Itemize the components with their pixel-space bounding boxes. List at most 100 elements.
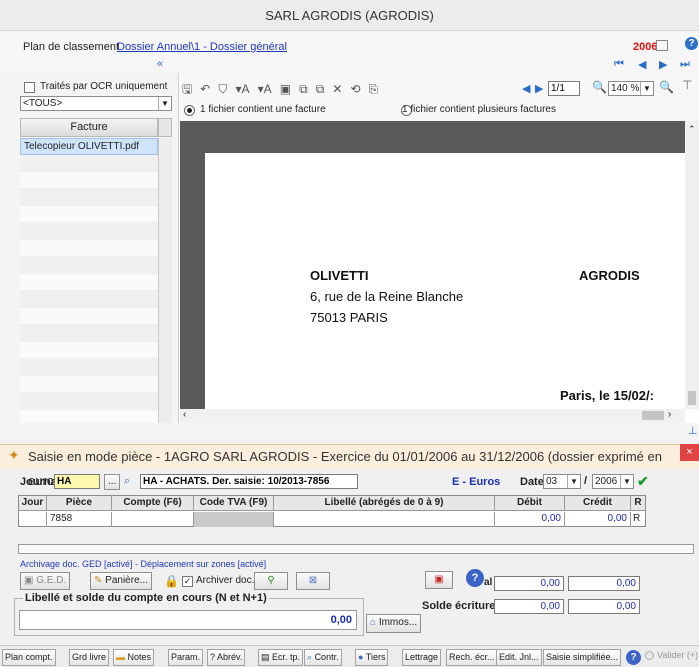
hscroll-thumb[interactable] — [642, 411, 664, 420]
grand-livre-button[interactable]: Grd livre — [69, 649, 110, 666]
ocr-checkbox[interactable] — [24, 82, 35, 93]
dock-icon[interactable]: ⊥ — [688, 424, 698, 437]
zoom-select[interactable]: 140 % ▼ — [608, 81, 654, 96]
collapse-icon[interactable]: « — [157, 58, 163, 70]
last-page-icon[interactable]: ⏭ — [680, 58, 690, 71]
save-icon[interactable]: 🖫 — [182, 80, 192, 101]
saisie-simplifiee-button[interactable]: Saisie simplifiée... — [543, 649, 622, 666]
pin-green-button[interactable]: ⚲ — [254, 572, 288, 590]
highlight-icon[interactable]: ▾A — [258, 82, 272, 96]
date-year-select[interactable]: 2006 ▼ — [592, 474, 634, 489]
immos-button[interactable]: ⌂ Immos... — [366, 614, 422, 633]
cell-piece[interactable]: 7858 — [47, 512, 112, 527]
scroll-up-icon[interactable]: ⌃ — [688, 124, 696, 135]
edit-jnl-button[interactable]: Edit. Jnl... — [496, 649, 542, 666]
copy-icon[interactable]: ⎘ — [369, 82, 379, 97]
cell-code-tva[interactable] — [194, 512, 274, 527]
filter-select[interactable]: <TOUS> ▼ — [20, 96, 172, 111]
col-libelle[interactable]: Libellé (abrégés de 0 à 9) — [274, 496, 495, 510]
journal-browse-button[interactable]: ... — [104, 474, 121, 490]
journal-code-input[interactable] — [54, 474, 100, 489]
lock-icon[interactable]: 🔒 — [164, 574, 179, 588]
journal-desc-input[interactable] — [140, 474, 358, 489]
date-separator: / — [584, 475, 588, 487]
contr-button[interactable]: ⌕ Contr. — [304, 649, 342, 666]
cell-credit[interactable]: 0,00 — [565, 512, 631, 527]
calendar-icon[interactable] — [656, 40, 668, 51]
col-piece[interactable]: Pièce — [47, 496, 112, 510]
date-month-select[interactable]: 03 ▼ — [543, 474, 581, 489]
splitter[interactable]: ⊥ — [0, 423, 699, 440]
valider-button[interactable]: Valider (+) — [657, 650, 698, 660]
help-icon[interactable]: ? — [626, 650, 641, 665]
plan-compt-button[interactable]: Plan compt. — [2, 649, 56, 666]
date-month-value: 03 — [546, 476, 558, 487]
delete-icon[interactable]: ✕ — [332, 82, 342, 96]
cell-compte[interactable] — [112, 512, 194, 527]
first-page-icon[interactable]: ⏮ — [614, 58, 624, 71]
viewer-prev-icon[interactable]: ◀ — [522, 82, 530, 95]
recipient-name: AGRODIS — [579, 268, 640, 283]
cell-r[interactable]: R — [631, 512, 645, 527]
prev-page-icon[interactable]: ◀ — [638, 58, 646, 71]
paniere-button[interactable]: ✎ Panière... — [90, 572, 152, 590]
zoom-in-icon[interactable]: 🔍 — [659, 80, 674, 94]
close-button[interactable]: × — [680, 444, 699, 461]
scroll-right-icon[interactable]: › — [668, 409, 671, 420]
plan-link[interactable]: Dossier Annuel\1 - Dossier général — [117, 41, 287, 53]
table-row[interactable]: 7858 0,00 0,00 R — [19, 512, 645, 527]
notes-button[interactable]: ▬ Notes — [113, 649, 155, 666]
viewer-next-icon[interactable]: ▶ — [535, 82, 543, 95]
scroll-thumb[interactable] — [688, 391, 696, 405]
zoom-out-icon[interactable]: 🔍 — [592, 80, 607, 94]
zones-button[interactable]: ⊠ — [296, 572, 330, 590]
split-icon[interactable]: ⧉ — [299, 82, 308, 97]
document-viewer[interactable]: OLIVETTI 6, rue de la Reine Blanche 7501… — [180, 121, 685, 409]
window-title: SARL AGRODIS (AGRODIS) — [0, 0, 699, 31]
tiers-button[interactable]: ● Tiers — [355, 649, 389, 666]
pin-icon[interactable]: ⊤ — [682, 78, 692, 92]
help-icon[interactable]: ? — [685, 37, 698, 50]
rotate-icon[interactable]: ⟲ — [351, 82, 361, 96]
file-list-item[interactable]: Telecopieur OLIVETTI.pdf — [20, 138, 158, 155]
col-code-tva[interactable]: Code TVA (F9) — [194, 496, 274, 510]
undo-icon[interactable]: ↶ — [200, 82, 210, 96]
list-scrollbar-top[interactable] — [158, 118, 172, 137]
merge-icon[interactable]: ⧉ — [316, 82, 325, 97]
param-button[interactable]: Param. — [168, 649, 204, 666]
validate-check-icon[interactable]: ✔ — [637, 473, 649, 490]
col-compte[interactable]: Compte (F6) — [112, 496, 194, 510]
contr-icon: ⌕ — [307, 652, 313, 662]
rech-ecr-button[interactable]: Rech. écr... — [446, 649, 498, 666]
lettrage-button[interactable]: Lettrage — [402, 649, 442, 666]
scroll-left-icon[interactable]: ‹ — [183, 409, 186, 420]
solde-ecriture-debit: 0,00 — [494, 599, 564, 614]
stamp-icon[interactable]: ⛉ — [218, 82, 227, 97]
ged-button[interactable]: ▣ G.E.D. — [20, 572, 71, 590]
ecr-tp-button[interactable]: ▤ Ecr. tp. — [258, 649, 304, 666]
col-r[interactable]: R — [631, 496, 645, 510]
solde-field: 0,00 — [19, 610, 357, 630]
viewer-horizontal-scrollbar[interactable]: ‹ › — [180, 409, 685, 423]
radio-single-invoice[interactable] — [184, 104, 195, 116]
col-jour[interactable]: Jour — [19, 496, 47, 510]
cell-libelle[interactable] — [274, 512, 495, 527]
cell-jour[interactable] — [19, 512, 47, 527]
page-input[interactable] — [548, 81, 580, 96]
viewer-vertical-scrollbar[interactable]: ⌃ — [685, 121, 699, 409]
file-pane: Traités par OCR uniquement <TOUS> ▼ Fact… — [0, 73, 179, 478]
col-credit[interactable]: Crédit — [565, 496, 631, 510]
info-icon[interactable]: ? — [466, 569, 484, 587]
next-page-icon[interactable]: ▶ — [659, 58, 667, 71]
abrev-button[interactable]: ? Abrév. — [207, 649, 246, 666]
text-annotation-icon[interactable]: ▾A — [236, 82, 250, 96]
journal-search-icon[interactable]: ⌕ — [124, 475, 130, 488]
image-icon[interactable]: ▣ — [280, 82, 291, 96]
file-list-scrollbar[interactable] — [158, 138, 172, 430]
filter-value: <TOUS> — [23, 98, 63, 109]
column-header-facture[interactable]: Facture — [20, 118, 158, 137]
col-debit[interactable]: Débit — [495, 496, 565, 510]
archive-checkbox[interactable]: ✓ — [182, 576, 193, 587]
delete-doc-button[interactable]: ▣ — [425, 571, 453, 589]
cell-debit[interactable]: 0,00 — [495, 512, 565, 527]
